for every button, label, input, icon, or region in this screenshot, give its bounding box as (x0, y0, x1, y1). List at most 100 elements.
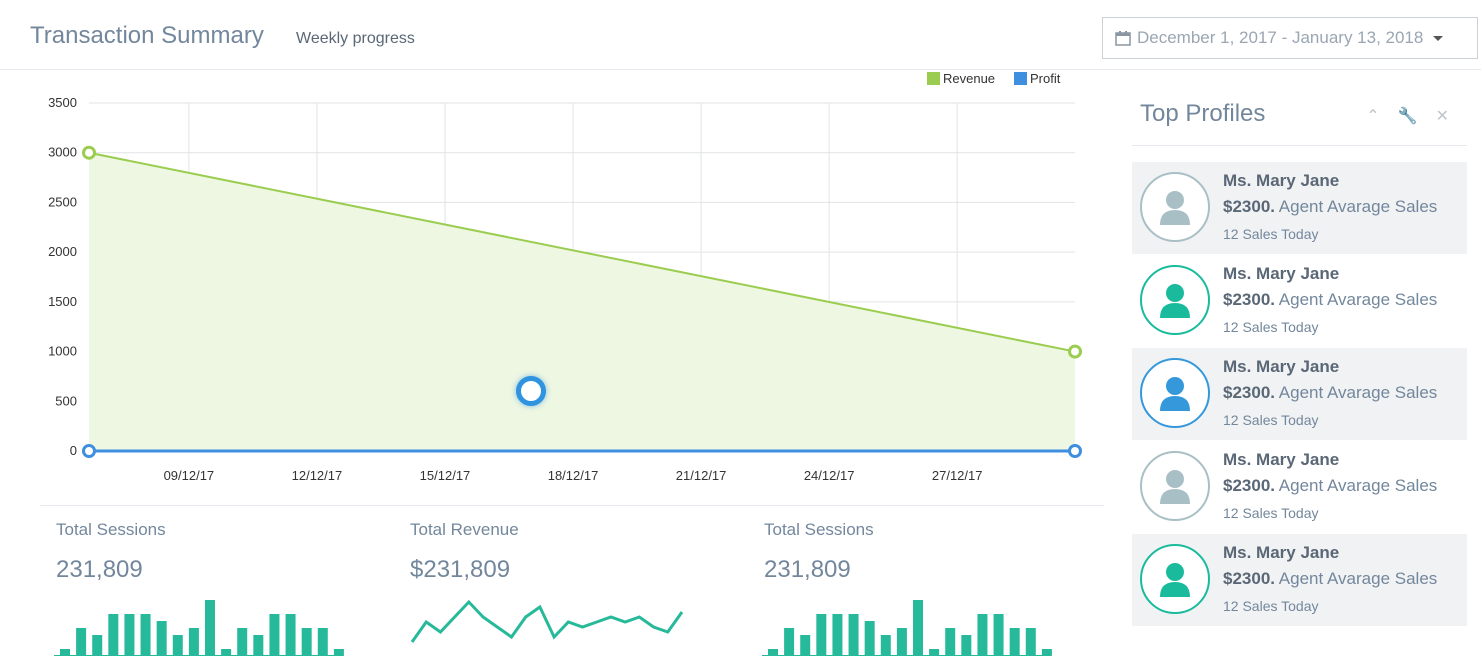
spark-bar (253, 635, 264, 656)
collapse-icon[interactable]: ⌃ (1366, 106, 1379, 126)
spark-bar (896, 628, 907, 656)
spark-bar (301, 628, 312, 656)
x-tick-label: 12/12/17 (292, 468, 343, 483)
stat-label: Total Revenue (410, 520, 519, 539)
spark-bar (848, 614, 859, 656)
spark-bar (317, 628, 328, 656)
avatar (1140, 451, 1210, 521)
y-tick-label: 2000 (48, 244, 77, 259)
spark-bar (92, 635, 103, 656)
avatar (1140, 265, 1210, 335)
profile-today: 12 Sales Today (1223, 319, 1319, 335)
data-point (1068, 344, 1082, 359)
user-icon (1160, 284, 1190, 318)
x-tick-label: 24/12/17 (804, 468, 855, 483)
user-icon (1160, 191, 1190, 225)
spark-bar (205, 600, 215, 656)
spark-bar (188, 628, 199, 656)
stat-value: $231,809 (410, 556, 511, 583)
profile-item[interactable]: Ms. Mary Jane $2300. Agent Avarage Sales… (1132, 255, 1467, 347)
spark-bar (1009, 628, 1020, 656)
spark-bar (768, 649, 778, 656)
close-icon[interactable]: ✕ (1436, 106, 1449, 126)
spark-bar (221, 649, 232, 656)
spark-bar (285, 614, 296, 656)
spark-bar (993, 614, 1004, 656)
profile-today: 12 Sales Today (1223, 505, 1319, 521)
spark-bar (76, 628, 87, 656)
spark-bar (784, 628, 795, 656)
spark-bar (333, 649, 344, 656)
data-point (82, 444, 96, 458)
spark-bar (140, 614, 151, 656)
page-header: Transaction Summary Weekly progress Dece… (0, 0, 1481, 70)
y-tick-label: 500 (55, 393, 77, 408)
wrench-icon[interactable]: 🔧 (1398, 106, 1418, 126)
profile-item[interactable]: Ms. Mary Jane $2300. Agent Avarage Sales… (1132, 534, 1467, 626)
profile-item[interactable]: Ms. Mary Jane $2300. Agent Avarage Sales… (1132, 441, 1467, 533)
y-tick-label: 3000 (48, 145, 77, 160)
spark-bar (800, 635, 811, 656)
stat-card: Total Sessions 231,809 (748, 506, 1068, 666)
x-tick-label: 27/12/17 (932, 468, 983, 483)
legend-swatch (1014, 72, 1027, 85)
profile-name: Ms. Mary Jane (1223, 357, 1340, 376)
calendar-icon (1115, 31, 1131, 46)
user-icon (1160, 377, 1190, 411)
chevron-down-icon (1433, 35, 1444, 41)
profile-today: 12 Sales Today (1223, 598, 1319, 614)
sparkline-line (410, 599, 684, 643)
spark-bar (156, 621, 167, 656)
spark-bar (816, 614, 827, 656)
avatar (1140, 544, 1210, 614)
y-tick-label: 1500 (48, 294, 77, 309)
spark-bar (913, 600, 923, 656)
y-tick-label: 2500 (48, 194, 77, 209)
x-tick-label: 21/12/17 (676, 468, 727, 483)
profile-sales: $2300. Agent Avarage Sales (1223, 197, 1438, 216)
stat-label: Total Sessions (56, 520, 166, 539)
profile-name: Ms. Mary Jane (1223, 264, 1340, 283)
user-icon (1160, 470, 1190, 504)
profile-sales: $2300. Agent Avarage Sales (1223, 290, 1438, 309)
spark-bar (124, 614, 135, 656)
date-range-picker[interactable]: December 1, 2017 - January 13, 2018 (1102, 17, 1478, 59)
spark-bar (1025, 628, 1036, 656)
y-tick-label: 1000 (48, 344, 77, 359)
data-point (82, 145, 96, 160)
stat-value: 231,809 (56, 556, 143, 583)
stat-card: Total Revenue $231,809 (394, 506, 714, 666)
spark-bar (269, 614, 280, 656)
profile-item[interactable]: Ms. Mary Jane $2300. Agent Avarage Sales… (1132, 348, 1467, 440)
spark-line (410, 599, 684, 643)
spark-bar (1041, 649, 1052, 656)
page-subtitle: Weekly progress (296, 30, 415, 47)
transaction-chart[interactable]: 0 500 1000 1500 2000 2500 3000 3500 09/12/17 12/1… (20, 70, 1090, 500)
legend-label: Revenue (943, 71, 995, 86)
legend-swatch (927, 72, 940, 85)
profile-item[interactable]: Ms. Mary Jane $2300. Agent Avarage Sales… (1132, 162, 1467, 254)
spark-bar (60, 649, 70, 656)
y-tick-label: 0 (70, 443, 77, 458)
profile-today: 12 Sales Today (1223, 226, 1319, 242)
spark-bar (977, 614, 988, 656)
panel-toolbox: ⌃ 🔧 ✕ (1366, 106, 1449, 126)
sparkline-bars (762, 600, 1052, 656)
profile-sales: $2300. Agent Avarage Sales (1223, 569, 1438, 588)
stat-card: Total Sessions 231,809 (40, 506, 360, 666)
spark-bar (172, 635, 183, 656)
spark-bar (880, 635, 891, 656)
stat-value: 231,809 (764, 556, 851, 583)
y-tick-label: 3500 (48, 95, 77, 110)
sparkline-bars (54, 600, 344, 656)
spark-bar (929, 649, 940, 656)
x-tick-label: 18/12/17 (548, 468, 599, 483)
legend-label: Profit (1030, 71, 1061, 86)
divider (1132, 145, 1467, 146)
spark-bar (961, 635, 972, 656)
stat-label: Total Sessions (764, 520, 874, 539)
profile-name: Ms. Mary Jane (1223, 171, 1340, 190)
profile-today: 12 Sales Today (1223, 412, 1319, 428)
floating-action-button[interactable] (516, 376, 546, 406)
spark-bar (832, 614, 843, 656)
